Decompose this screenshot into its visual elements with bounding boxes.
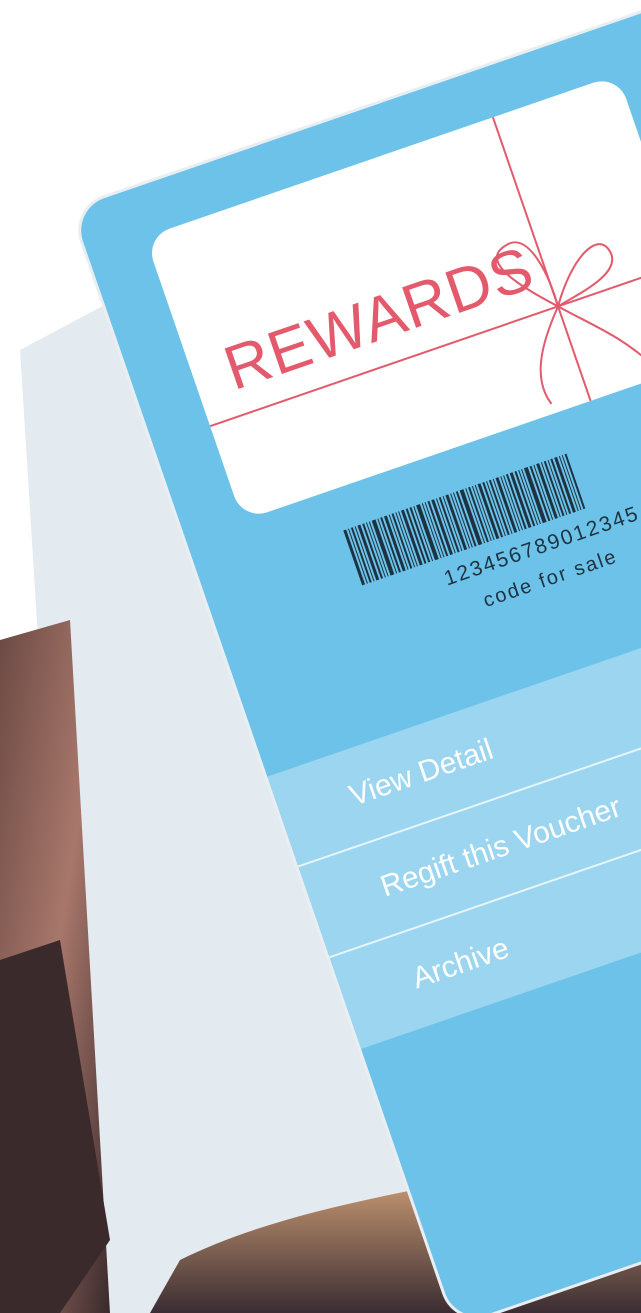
app-screenshot: REWARDS 123456789012345 code for sale Vi… bbox=[0, 0, 641, 1313]
